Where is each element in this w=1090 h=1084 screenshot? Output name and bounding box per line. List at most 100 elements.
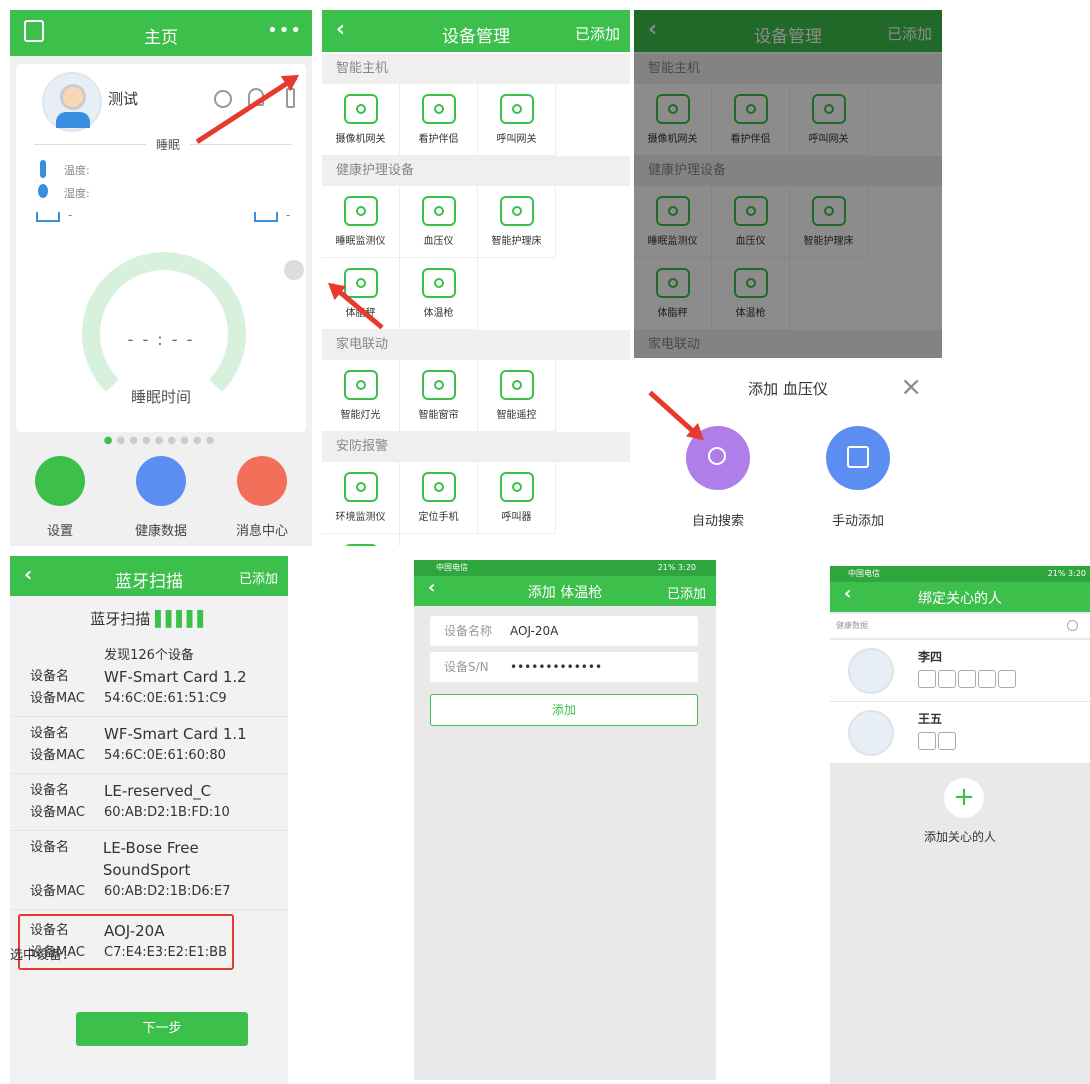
person-row[interactable]: 王五 — [830, 702, 1090, 764]
page-dot[interactable]: ● — [129, 435, 142, 446]
device-icon — [499, 370, 534, 400]
device-icon — [421, 472, 456, 502]
page-dot[interactable]: ● — [142, 435, 155, 446]
bt-device-row[interactable]: 设备名 WF-Smart Card 1.2 设备MAC 54:6C:0E:61:51:… — [10, 660, 288, 717]
avatar[interactable] — [42, 72, 102, 132]
status-bar: 中国电信 21% 3:20 — [830, 566, 1090, 582]
device-icon — [421, 370, 456, 400]
add-person-button[interactable]: + — [944, 778, 984, 818]
page-dot[interactable]: ● — [116, 435, 129, 446]
device-grid: 环境监测仪 定位手机 呼叫器烟雾检测 — [322, 462, 630, 546]
device-tile[interactable]: 摄像机网关 — [322, 84, 400, 156]
bt-device-row[interactable]: 设备名 LE-Bose Free SoundSport 设备MAC 60:AB:D2:… — [10, 831, 288, 910]
next-button[interactable]: 下一步 — [76, 1012, 248, 1046]
device-grid: 智能灯光 智能窗帘 智能遥控 — [322, 360, 630, 432]
page-dot[interactable]: ● — [167, 435, 180, 446]
page-dots[interactable]: ●●●●●●●●● — [10, 435, 312, 446]
device-badge-icon[interactable] — [998, 670, 1016, 688]
gauge-knob[interactable] — [284, 260, 304, 280]
bt-name-key: 设备名 — [30, 726, 70, 741]
added-link[interactable]: 已添加 — [239, 568, 278, 587]
device-label: 看护伴侣 — [418, 134, 459, 145]
device-tile[interactable]: 看护伴侣 — [400, 84, 478, 156]
device-badge-icon[interactable] — [978, 670, 996, 688]
bed-in-icon — [36, 212, 60, 222]
page-dot[interactable]: ● — [180, 435, 193, 446]
page-dot[interactable]: ● — [206, 435, 219, 446]
nav-item[interactable]: 设置 — [20, 456, 100, 539]
call-icon[interactable] — [214, 90, 232, 108]
device-badge-icon[interactable] — [958, 670, 976, 688]
bt-name-line: 设备名 WF-Smart Card 1.2 — [30, 666, 288, 688]
sleep-time-label: 睡眠时间 — [130, 388, 191, 406]
chat-icon — [237, 456, 287, 506]
bt-name-value: WF-Smart Card 1.2 — [104, 668, 247, 686]
selected-label: 选中设备： — [10, 948, 76, 963]
close-icon[interactable]: × — [900, 372, 922, 402]
auto-search-label: 自动搜索 — [691, 514, 744, 529]
device-tile[interactable]: 智能遥控 — [478, 360, 556, 432]
device-tile[interactable]: 定位手机 — [400, 462, 478, 534]
page-dot[interactable]: ● — [193, 435, 206, 446]
device-tile[interactable]: 体温枪 — [400, 258, 478, 330]
dim-overlay[interactable] — [634, 10, 942, 358]
bt-name-key: 设备名 — [30, 840, 70, 855]
bt-device-row[interactable]: 设备名 WF-Smart Card 1.1 设备MAC 54:6C:0E:61:60:… — [10, 717, 288, 774]
device-tile[interactable]: 智能护理床 — [478, 186, 556, 258]
battery-time: 21% 3:20 — [657, 563, 696, 572]
device-tile[interactable]: 呼叫器 — [478, 462, 556, 534]
bt-name-key: 设备名 — [30, 669, 70, 684]
bt-name-line: 设备名 LE-Bose Free SoundSport — [30, 837, 288, 881]
device-label: 呼叫网关 — [496, 134, 537, 145]
added-link[interactable]: 已添加 — [667, 583, 706, 602]
page-dot[interactable]: ● — [155, 435, 168, 446]
device-label: 定位手机 — [418, 512, 459, 523]
bt-name-key: 设备名 — [30, 923, 70, 938]
device-tile[interactable]: 智能窗帘 — [400, 360, 478, 432]
person-row[interactable]: 李四 — [830, 640, 1090, 702]
bt-mac-value: C7:E4:E3:E2:E1:BB — [104, 945, 228, 960]
device-tile[interactable]: 睡眠监测仪 — [322, 186, 400, 258]
manual-add-button[interactable] — [826, 426, 890, 490]
dialog-title: 添加 血压仪 — [748, 380, 828, 398]
device-badge-icon[interactable] — [918, 670, 936, 688]
device-sn-field[interactable]: 设备S/N ••••••••••••• — [430, 652, 698, 682]
bt-mac-value: 60:AB:D2:1B:D6:E7 — [104, 884, 231, 899]
scan-status: 蓝牙扫描 ▌▌▌▌▌ — [10, 608, 288, 629]
bt-mac-key: 设备MAC — [30, 748, 85, 763]
device-badge-icon[interactable] — [938, 670, 956, 688]
bt-mac-line: 设备MAC 60:AB:D2:1B:D6:E7 — [30, 881, 288, 903]
device-label: 智能窗帘 — [418, 410, 459, 421]
device-label: 呼叫器 — [501, 512, 532, 523]
thermo-header: ‹ 添加 体温枪 已添加 — [414, 576, 716, 606]
device-label: 智能遥控 — [496, 410, 537, 421]
added-link[interactable]: 已添加 — [575, 23, 620, 44]
more-icon[interactable]: ••• — [267, 20, 302, 41]
device-grid: 睡眠监测仪血压仪智能护理床体脂秤体温枪 — [322, 186, 630, 330]
person-name: 李四 — [918, 650, 943, 664]
bt-name-line: 设备名 WF-Smart Card 1.1 — [30, 723, 288, 745]
add-button[interactable]: 添加 — [430, 694, 698, 726]
device-tile[interactable]: 血压仪 — [400, 186, 478, 258]
bt-device-row[interactable]: 设备名 LE-reserved_C 设备MAC 60:AB:D2:1B:FD:10 — [10, 774, 288, 831]
breadcrumb-item[interactable]: 健康数据 — [836, 621, 868, 630]
nav-item[interactable]: 健康数据 — [121, 456, 201, 539]
breadcrumb: 健康数据 — [830, 614, 1090, 638]
device-badge-icon[interactable] — [918, 732, 936, 750]
nav-item[interactable]: 消息中心 — [222, 456, 302, 539]
device-tile[interactable]: 呼叫网关 — [478, 84, 556, 156]
page-dot[interactable]: ● — [104, 435, 117, 446]
medkit-icon — [136, 456, 186, 506]
scan-label: 蓝牙扫描 — [90, 610, 151, 628]
device-tile[interactable]: 环境监测仪 — [322, 462, 400, 534]
device-badge-icon[interactable] — [938, 732, 956, 750]
device-icon — [421, 196, 456, 226]
manual-add-label: 手动添加 — [831, 514, 884, 529]
search-icon[interactable] — [1067, 620, 1078, 631]
device-tile[interactable]: 智能灯光 — [322, 360, 400, 432]
device-name-field[interactable]: 设备名称 AOJ-20A — [430, 616, 698, 646]
device-icon — [499, 196, 534, 226]
screen-home: 主页 ••• 测试 睡眠 温度: 湿度: - - - - : - - 睡眠时间 … — [10, 10, 312, 546]
device-tile[interactable]: 烟雾检测 — [322, 534, 400, 546]
devices-header: ‹ 设备管理 已添加 — [322, 10, 630, 52]
